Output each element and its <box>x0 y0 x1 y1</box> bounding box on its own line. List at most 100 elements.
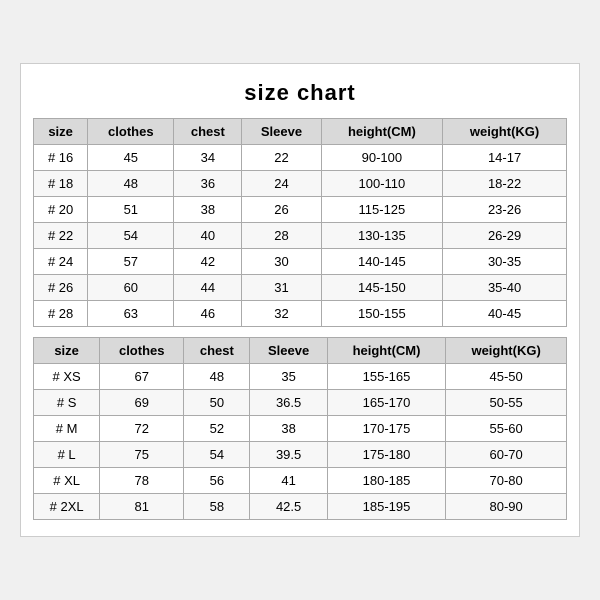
table-cell: # XL <box>34 468 100 494</box>
column-header: weight(KG) <box>443 119 567 145</box>
table-cell: 165-170 <box>327 390 445 416</box>
table-cell: 50 <box>184 390 250 416</box>
table-cell: # S <box>34 390 100 416</box>
table-cell: 70-80 <box>446 468 567 494</box>
table-cell: 22 <box>242 145 321 171</box>
table-cell: 150-155 <box>321 301 443 327</box>
table-cell: 36 <box>174 171 242 197</box>
table-row: # L755439.5175-18060-70 <box>34 442 567 468</box>
table-cell: 38 <box>174 197 242 223</box>
table-cell: 32 <box>242 301 321 327</box>
table-row: # 20513826115-12523-26 <box>34 197 567 223</box>
table-cell: 45 <box>88 145 174 171</box>
table-row: # 18483624100-11018-22 <box>34 171 567 197</box>
table-cell: 130-135 <box>321 223 443 249</box>
table-cell: 35 <box>250 364 327 390</box>
table-cell: 72 <box>100 416 184 442</box>
column-header: weight(KG) <box>446 338 567 364</box>
table-cell: 60-70 <box>446 442 567 468</box>
table-cell: 140-145 <box>321 249 443 275</box>
table-cell: 39.5 <box>250 442 327 468</box>
column-header: clothes <box>88 119 174 145</box>
table-cell: 42.5 <box>250 494 327 520</box>
table-row: # 22544028130-13526-29 <box>34 223 567 249</box>
table-cell: 115-125 <box>321 197 443 223</box>
table-cell: 40 <box>174 223 242 249</box>
chart-title: size chart <box>33 80 567 106</box>
table-cell: 30-35 <box>443 249 567 275</box>
table-cell: 23-26 <box>443 197 567 223</box>
table-cell: 175-180 <box>327 442 445 468</box>
column-header: Sleeve <box>250 338 327 364</box>
table-cell: 170-175 <box>327 416 445 442</box>
column-header: height(CM) <box>327 338 445 364</box>
table-cell: # M <box>34 416 100 442</box>
column-header: chest <box>184 338 250 364</box>
table2-body: # XS674835155-16545-50# S695036.5165-170… <box>34 364 567 520</box>
table-row: # XL785641180-18570-80 <box>34 468 567 494</box>
table-row: # XS674835155-16545-50 <box>34 364 567 390</box>
table-cell: 50-55 <box>446 390 567 416</box>
table-cell: 30 <box>242 249 321 275</box>
table-cell: 31 <box>242 275 321 301</box>
table-cell: 80-90 <box>446 494 567 520</box>
table-cell: 58 <box>184 494 250 520</box>
column-header: clothes <box>100 338 184 364</box>
table-cell: 63 <box>88 301 174 327</box>
table-children: sizeclotheschestSleeveheight(CM)weight(K… <box>33 118 567 327</box>
column-header: height(CM) <box>321 119 443 145</box>
table-cell: # XS <box>34 364 100 390</box>
table-cell: 67 <box>100 364 184 390</box>
table-cell: 44 <box>174 275 242 301</box>
table-cell: 48 <box>184 364 250 390</box>
table-cell: 56 <box>184 468 250 494</box>
table-row: # S695036.5165-17050-55 <box>34 390 567 416</box>
table-row: # 1645342290-10014-17 <box>34 145 567 171</box>
table-cell: 57 <box>88 249 174 275</box>
table-cell: 42 <box>174 249 242 275</box>
table-cell: 60 <box>88 275 174 301</box>
table-cell: # 24 <box>34 249 88 275</box>
table-cell: # L <box>34 442 100 468</box>
table-cell: # 28 <box>34 301 88 327</box>
column-header: size <box>34 338 100 364</box>
table-row: # M725238170-17555-60 <box>34 416 567 442</box>
column-header: size <box>34 119 88 145</box>
table1-body: # 1645342290-10014-17# 18483624100-11018… <box>34 145 567 327</box>
table-cell: 28 <box>242 223 321 249</box>
table-cell: 45-50 <box>446 364 567 390</box>
table-cell: # 18 <box>34 171 88 197</box>
table-cell: 26 <box>242 197 321 223</box>
table-cell: 26-29 <box>443 223 567 249</box>
table-cell: # 2XL <box>34 494 100 520</box>
table-cell: 35-40 <box>443 275 567 301</box>
table-row: # 2XL815842.5185-19580-90 <box>34 494 567 520</box>
table-cell: 78 <box>100 468 184 494</box>
table-row: # 26604431145-15035-40 <box>34 275 567 301</box>
table-cell: 155-165 <box>327 364 445 390</box>
table-cell: 14-17 <box>443 145 567 171</box>
table-row: # 24574230140-14530-35 <box>34 249 567 275</box>
table2-header: sizeclotheschestSleeveheight(CM)weight(K… <box>34 338 567 364</box>
table1-header: sizeclotheschestSleeveheight(CM)weight(K… <box>34 119 567 145</box>
table-cell: 100-110 <box>321 171 443 197</box>
table-cell: 48 <box>88 171 174 197</box>
table-cell: 24 <box>242 171 321 197</box>
table-cell: 36.5 <box>250 390 327 416</box>
column-header: chest <box>174 119 242 145</box>
table-cell: 55-60 <box>446 416 567 442</box>
table-row: # 28634632150-15540-45 <box>34 301 567 327</box>
table-cell: 40-45 <box>443 301 567 327</box>
table-cell: 54 <box>88 223 174 249</box>
table-cell: 46 <box>174 301 242 327</box>
size-chart-card: size chart sizeclotheschestSleeveheight(… <box>20 63 580 537</box>
table-cell: 185-195 <box>327 494 445 520</box>
table-cell: 41 <box>250 468 327 494</box>
table-cell: # 20 <box>34 197 88 223</box>
table-cell: 90-100 <box>321 145 443 171</box>
column-header: Sleeve <box>242 119 321 145</box>
table-cell: 54 <box>184 442 250 468</box>
table-cell: # 16 <box>34 145 88 171</box>
table-cell: 81 <box>100 494 184 520</box>
table-cell: 18-22 <box>443 171 567 197</box>
